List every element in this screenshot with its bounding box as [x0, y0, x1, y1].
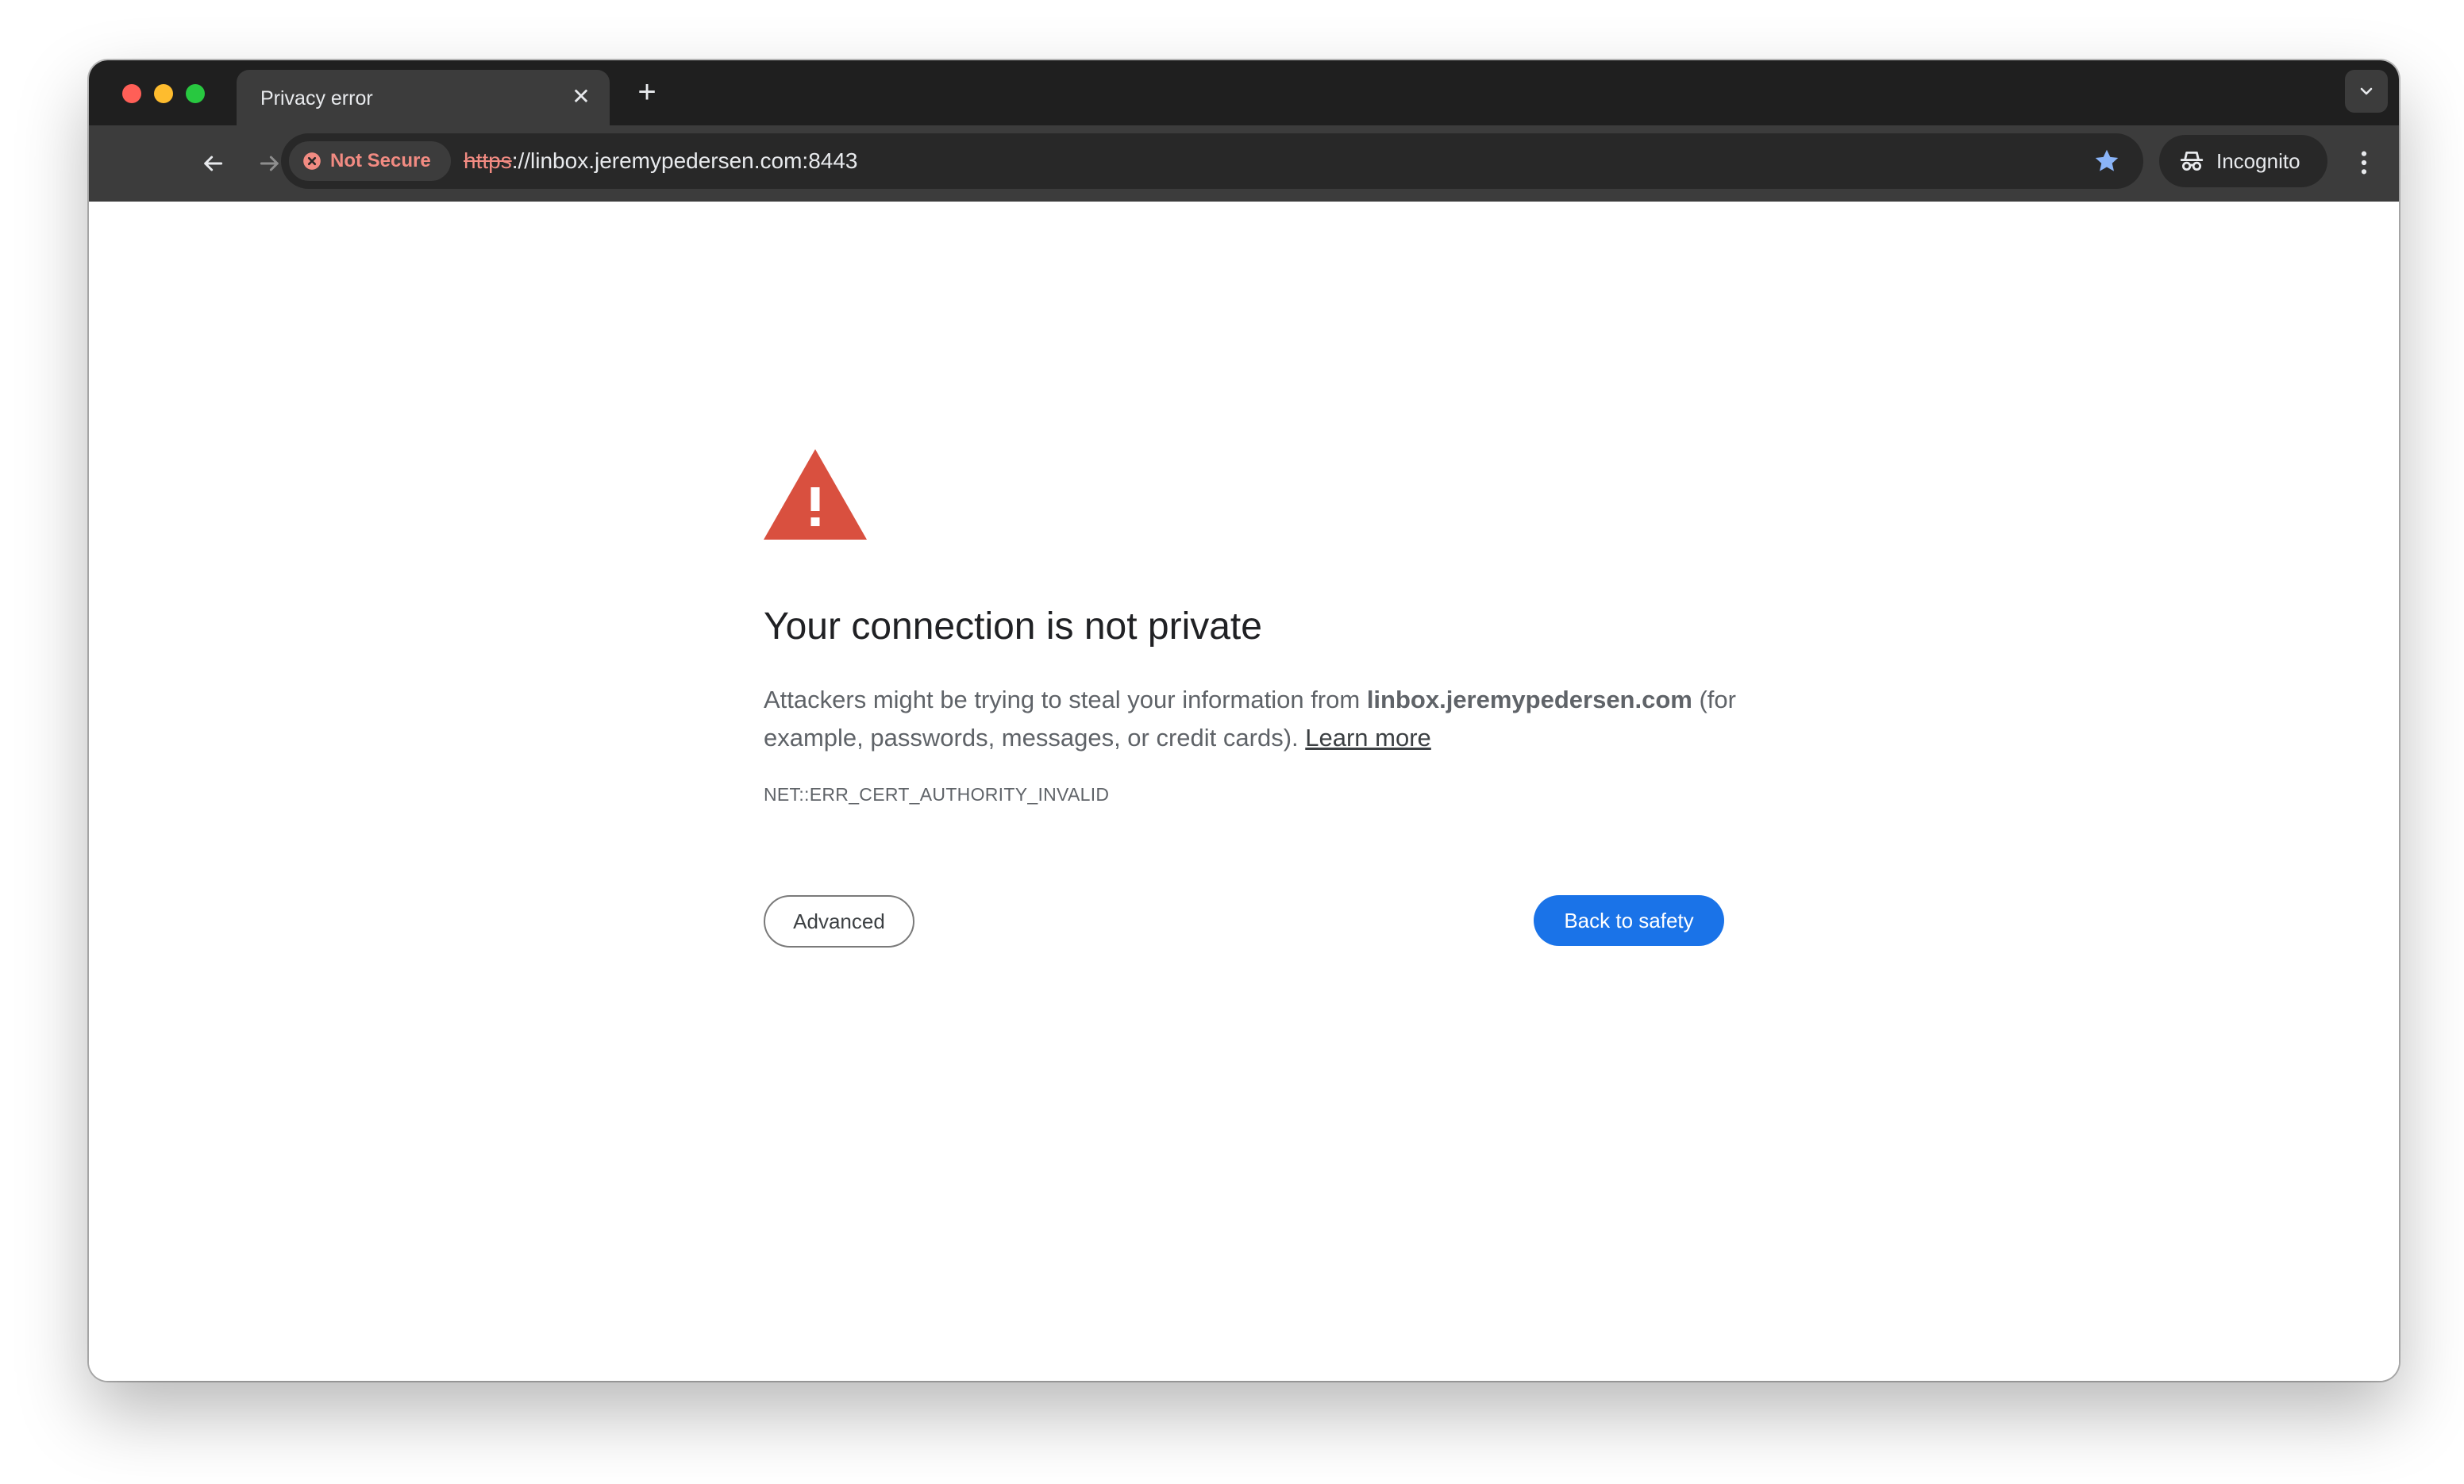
not-secure-label: Not Secure: [330, 150, 431, 171]
learn-more-link[interactable]: Learn more: [1305, 724, 1431, 752]
arrow-right-icon: [260, 156, 279, 171]
target-domain: linbox.jeremypedersen.com: [1366, 686, 1692, 713]
bookmark-button[interactable]: [2091, 145, 2123, 177]
star-icon: [2095, 149, 2119, 171]
browser-menu-button[interactable]: [2347, 143, 2381, 183]
url-scheme: https: [464, 148, 512, 173]
explanation-prefix: Attackers might be trying to steal your …: [764, 686, 1367, 713]
incognito-button[interactable]: Incognito: [2159, 135, 2327, 187]
maximize-window-button[interactable]: [186, 84, 205, 103]
tab-strip: Privacy error ✕ +: [89, 60, 2399, 125]
chevron-down-icon: [2360, 87, 2373, 95]
x-circle-icon: [303, 152, 321, 170]
incognito-icon: [2180, 151, 2204, 171]
arrow-left-icon: [204, 156, 223, 171]
tab-title: Privacy error: [260, 87, 373, 110]
minimize-window-button[interactable]: [154, 84, 173, 103]
new-tab-button[interactable]: +: [629, 75, 665, 111]
toolbar: Not Secure https://linbox.jeremypedersen…: [89, 125, 2399, 202]
browser-window: Privacy error ✕ + Not Secure https://lin…: [89, 60, 2399, 1381]
tab-search-button[interactable]: [2345, 70, 2388, 113]
page-content: Your connection is not private Attackers…: [89, 202, 2399, 1381]
warning-triangle-icon: [764, 449, 867, 540]
url-text[interactable]: https://linbox.jeremypedersen.com:8443: [464, 148, 858, 174]
advanced-button[interactable]: Advanced: [764, 895, 914, 948]
kebab-menu-icon: [2361, 151, 2367, 175]
incognito-label: Incognito: [2216, 148, 2300, 173]
url-host: ://linbox.jeremypedersen.com:8443: [511, 148, 858, 173]
page-title: Your connection is not private: [764, 606, 1262, 648]
close-tab-icon[interactable]: ✕: [567, 83, 595, 111]
error-explanation: Attackers might be trying to steal your …: [764, 681, 1796, 757]
tab-privacy-error[interactable]: Privacy error ✕: [237, 70, 610, 125]
not-secure-chip[interactable]: Not Secure: [289, 141, 451, 181]
back-to-safety-button[interactable]: Back to safety: [1534, 895, 1724, 946]
close-window-button[interactable]: [122, 84, 141, 103]
error-code: NET::ERR_CERT_AUTHORITY_INVALID: [764, 784, 1110, 805]
back-button[interactable]: [195, 146, 230, 181]
address-bar[interactable]: Not Secure https://linbox.jeremypedersen…: [281, 133, 2143, 189]
